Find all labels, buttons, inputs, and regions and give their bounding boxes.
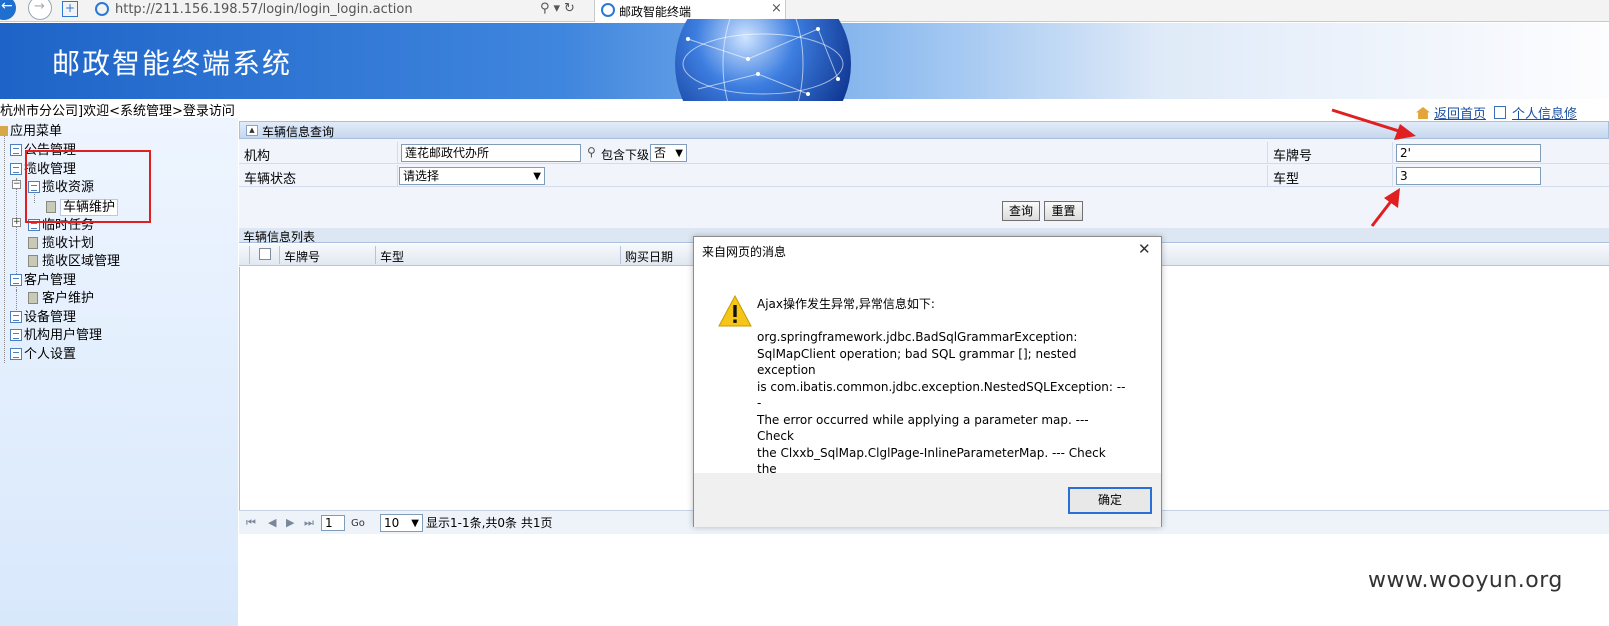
search-icon[interactable]: ⚲: [587, 145, 596, 159]
dialog-footer: 确定: [694, 473, 1161, 527]
search-refresh-icons[interactable]: ⚲▾↻: [540, 1, 579, 16]
profile-icon: [1494, 106, 1507, 119]
prev-page-icon[interactable]: ◀: [268, 516, 276, 529]
search-button[interactable]: 查询: [1002, 201, 1040, 221]
folder-icon: [10, 163, 22, 175]
sidebar-item-org-users[interactable]: 机构用户管理: [10, 324, 102, 343]
back-button[interactable]: [0, 0, 16, 20]
page-info: 显示1-1条,共0条 共1页: [426, 516, 553, 530]
home-link[interactable]: 返回首页: [1434, 107, 1486, 122]
status-label: 车辆状态: [244, 172, 297, 187]
org-field[interactable]: 莲花邮政代办所: [401, 144, 581, 162]
include-sub-label: 包含下级: [601, 148, 650, 162]
sidebar-item-customer-maintenance[interactable]: 客户维护: [28, 287, 94, 306]
ie-page-icon: [95, 2, 109, 16]
next-page-icon[interactable]: ▶: [286, 516, 294, 529]
page-icon: [28, 255, 38, 267]
menu-root-icon: [0, 126, 8, 136]
welcome-text: 杭州市分公司]欢迎<系统管理>登录访问: [0, 104, 235, 119]
folder-icon: [10, 274, 22, 286]
tab-ie-icon: [601, 3, 615, 17]
chevron-down-icon: ▼: [533, 171, 541, 182]
tab-title: 邮政智能终端: [619, 5, 692, 19]
page-icon: [28, 292, 38, 304]
sidebar-item-pickup-plan[interactable]: 揽收计划: [28, 232, 94, 251]
reset-button[interactable]: 重置: [1044, 201, 1083, 221]
sidebar-item-personal-settings[interactable]: 个人设置: [10, 343, 76, 362]
dialog-title: 来自网页的消息: [702, 245, 787, 259]
go-button[interactable]: Go: [351, 518, 365, 529]
plate-label: 车牌号: [1273, 149, 1313, 164]
column-purchase-date[interactable]: 购买日期: [625, 248, 673, 265]
address-bar[interactable]: http://211.156.198.57/login/login_login.…: [115, 2, 413, 17]
page-icon: [28, 237, 38, 249]
sidebar-item-pickup-area[interactable]: 揽收区域管理: [28, 250, 120, 269]
close-icon[interactable]: ✕: [1138, 240, 1151, 258]
list-panel-title: 车辆信息列表: [243, 230, 316, 244]
column-plate[interactable]: 车牌号: [284, 248, 320, 265]
chevron-down-icon: ▼: [675, 148, 683, 159]
page-size-select[interactable]: 10 ▼: [380, 514, 423, 532]
page-number-input[interactable]: 1: [321, 515, 345, 531]
watermark: www.wooyun.org: [1368, 568, 1563, 593]
forward-button[interactable]: [28, 0, 52, 20]
ok-button[interactable]: 确定: [1068, 487, 1152, 514]
select-all-checkbox[interactable]: [259, 248, 271, 260]
status-select[interactable]: 请选择 ▼: [399, 167, 545, 185]
message-dialog: 来自网页的消息 ✕ Ajax操作发生异常,异常信息如下: org.springf…: [693, 236, 1162, 527]
sidebar-item-device-management[interactable]: 设备管理: [10, 306, 76, 325]
profile-link[interactable]: 个人信息修: [1512, 107, 1577, 122]
collapse-icon[interactable]: −: [12, 180, 21, 189]
annotation-arrows: [1331, 108, 1416, 227]
first-page-icon[interactable]: ⏮: [246, 516, 256, 530]
folder-icon: [10, 329, 22, 341]
folder-icon: [10, 144, 22, 156]
system-title: 邮政智能终端系统: [52, 47, 293, 80]
sidebar-item-customer-management[interactable]: 客户管理: [10, 269, 76, 288]
top-links: 返回首页 个人信息修: [1416, 103, 1577, 122]
include-sub-select[interactable]: 否 ▼: [650, 144, 687, 162]
folder-icon: [10, 311, 22, 323]
annotation-box-menu: [25, 150, 151, 223]
expand-icon[interactable]: +: [12, 218, 21, 227]
header-banner: 邮政智能终端系统: [0, 19, 1609, 101]
column-type[interactable]: 车型: [380, 248, 404, 265]
type-label: 车型: [1273, 172, 1300, 187]
chevron-down-icon: ▼: [411, 518, 419, 529]
folder-icon: [10, 348, 22, 360]
new-tab-plus-icon[interactable]: +: [62, 1, 78, 17]
menu-root[interactable]: 应用菜单: [0, 120, 62, 139]
tab-close-icon[interactable]: ×: [771, 1, 782, 16]
query-panel-title: 车辆信息查询: [262, 125, 335, 139]
warning-icon: [718, 295, 752, 327]
org-label: 机构: [244, 149, 271, 164]
collapse-panel-icon[interactable]: ▲: [246, 125, 258, 136]
last-page-icon[interactable]: ⏭: [304, 516, 314, 530]
globe-graphic: [675, 19, 851, 101]
